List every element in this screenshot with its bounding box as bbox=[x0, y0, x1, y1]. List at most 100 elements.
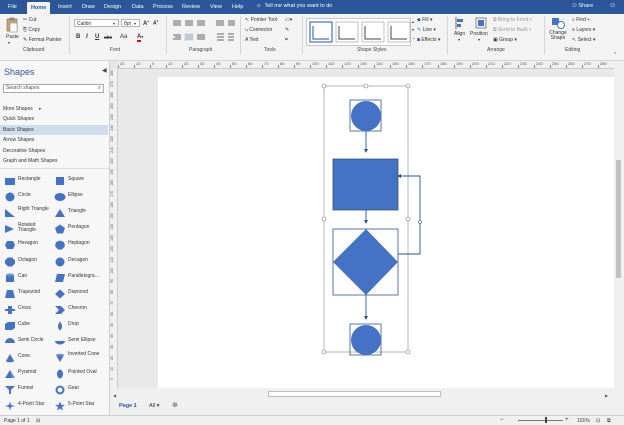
format-painter-button[interactable]: ✎ Format Painter bbox=[23, 37, 62, 43]
collapse-pane-icon[interactable]: ◀ bbox=[102, 67, 107, 74]
start-circle[interactable] bbox=[349, 99, 382, 132]
cut-button[interactable]: ✂ Cut bbox=[23, 17, 36, 23]
stencil-shape-drop[interactable]: Drop bbox=[50, 319, 102, 333]
font-size-select[interactable]: 8pt ▾ bbox=[121, 19, 140, 27]
select-button[interactable]: ↖ Select ▾ bbox=[572, 37, 595, 43]
crop-tool-icon[interactable]: ⌗ bbox=[285, 37, 288, 43]
end-circle[interactable] bbox=[349, 323, 382, 356]
language-icon[interactable]: ⊟ bbox=[36, 418, 40, 424]
category-graph-math-shapes[interactable]: Graph and Math Shapes bbox=[0, 156, 108, 166]
more-shapes-item[interactable]: More Shapes ▸ bbox=[0, 104, 108, 114]
zoom-out-icon[interactable]: − bbox=[500, 417, 504, 423]
style-swatch-1[interactable] bbox=[309, 21, 333, 43]
rectangle-tool-icon[interactable]: ▭▾ bbox=[285, 17, 292, 23]
stencil-shape-diamond[interactable]: Diamond bbox=[50, 287, 102, 301]
stencil-shape-octagon[interactable]: Octagon bbox=[0, 255, 52, 269]
stencil-shape-cone[interactable]: Cone bbox=[0, 351, 52, 365]
add-page-button[interactable]: ⊕ bbox=[172, 401, 178, 409]
zoom-slider-knob[interactable] bbox=[545, 417, 547, 423]
stencil-shape-trapezoid[interactable]: Trapezoid bbox=[0, 287, 52, 301]
stencil-shape-rotated-triangle[interactable]: Rotated Triangle bbox=[0, 222, 52, 236]
find-button[interactable]: ⌕ Find ▾ bbox=[572, 17, 589, 23]
stencil-shape-heptagon[interactable]: Heptagon bbox=[50, 238, 102, 252]
horizontal-scroll-thumb[interactable] bbox=[268, 391, 441, 397]
tell-me-box[interactable]: ☼ Tell me what you want to do bbox=[256, 3, 332, 9]
stencil-shape-parallelogra[interactable]: Parallelogra... bbox=[50, 271, 102, 285]
tab-help[interactable]: Help bbox=[232, 3, 243, 11]
gallery-scroll-up-icon[interactable]: ▴ bbox=[412, 19, 414, 25]
stencil-shape-funnel[interactable]: Funnel bbox=[0, 383, 52, 397]
tab-review[interactable]: Review bbox=[182, 3, 200, 11]
stencil-shape-ellipse[interactable]: Ellipse bbox=[50, 190, 102, 204]
drawing-page[interactable] bbox=[158, 77, 614, 388]
copy-button[interactable]: ⎘ Copy bbox=[23, 27, 40, 33]
decision-diamond[interactable] bbox=[332, 228, 399, 296]
gallery-scroll-down-icon[interactable]: ▾ bbox=[412, 27, 414, 33]
gallery-more-icon[interactable]: ⌄ bbox=[412, 35, 415, 41]
paste-icon[interactable] bbox=[6, 17, 18, 33]
category-basic-shapes[interactable]: Basic Shapes bbox=[0, 125, 108, 135]
collapse-ribbon-icon[interactable]: ⌃ bbox=[613, 52, 617, 58]
category-decorative-shapes[interactable]: Decorative Shapes bbox=[0, 146, 108, 156]
align-icon[interactable] bbox=[455, 17, 465, 29]
tab-all-pages[interactable]: All ▾ bbox=[149, 403, 159, 409]
connector-button[interactable]: ⤷ Connector bbox=[245, 27, 272, 33]
paragraph-alignment-icons[interactable] bbox=[172, 19, 236, 45]
stencil-shape-semi-ellipse[interactable]: Semi Ellipse bbox=[50, 335, 102, 349]
tab-draw[interactable]: Draw bbox=[82, 3, 95, 11]
stencil-shape-gear[interactable]: Gear bbox=[50, 383, 102, 397]
style-swatch-2[interactable] bbox=[335, 21, 359, 43]
stencil-shape-right-triangle[interactable]: Right Triangle bbox=[0, 206, 52, 220]
fit-page-icon[interactable]: ⊡ bbox=[596, 418, 600, 424]
stencil-shape-4-point-star[interactable]: 4-Point Star bbox=[0, 399, 52, 413]
font-color-button[interactable]: A▾ bbox=[137, 34, 143, 42]
send-to-back-button[interactable]: ⧉ Send to Back ▾ bbox=[493, 27, 531, 33]
change-case-button[interactable]: Aa bbox=[120, 34, 127, 40]
stencil-shape-pointed-oval[interactable]: Pointed Oval bbox=[50, 367, 102, 381]
stencil-shape-pyramid[interactable]: Pyramid bbox=[0, 367, 52, 381]
process-rectangle[interactable] bbox=[332, 158, 399, 211]
underline-button[interactable]: U bbox=[95, 34, 99, 40]
drawing-canvas[interactable] bbox=[118, 69, 614, 388]
share-button[interactable]: ⚇ Share bbox=[572, 3, 593, 9]
stencil-shape-hexagon[interactable]: Hexagon bbox=[0, 238, 52, 252]
line-button[interactable]: ✎ Line ▾ bbox=[417, 27, 436, 33]
layers-button[interactable]: ≡ Layers ▾ bbox=[572, 27, 595, 33]
chevron-down-icon[interactable]: ▾ bbox=[478, 37, 480, 43]
font-name-select[interactable]: Calibri ▾ bbox=[74, 19, 119, 27]
stencil-shape-square[interactable]: Square bbox=[50, 174, 102, 188]
group-button[interactable]: ▣ Group ▾ bbox=[493, 37, 517, 43]
decrease-font-icon[interactable]: A▾ bbox=[153, 19, 158, 27]
tab-insert[interactable]: Insert bbox=[58, 3, 72, 11]
stencil-shape-semi-circle[interactable]: Semi Circle bbox=[0, 335, 52, 349]
style-swatch-3[interactable] bbox=[361, 21, 385, 43]
stencil-shape-decagon[interactable]: Decagon bbox=[50, 255, 102, 269]
connectors[interactable] bbox=[365, 123, 421, 317]
effects-button[interactable]: ◙ Effects ▾ bbox=[417, 37, 441, 43]
stencil-shape-5-point-star[interactable]: 5-Point Star bbox=[50, 399, 102, 413]
tab-home[interactable]: Home bbox=[27, 2, 51, 14]
connector-midpoint-handle[interactable] bbox=[418, 220, 422, 224]
text-tool-button[interactable]: A Text bbox=[245, 37, 259, 43]
change-shape-icon[interactable] bbox=[551, 17, 565, 29]
position-icon[interactable] bbox=[475, 17, 487, 29]
stencil-shape-rectangle[interactable]: Rectangle bbox=[0, 174, 52, 188]
switch-windows-icon[interactable]: ⧉ bbox=[607, 418, 611, 424]
increase-font-icon[interactable]: A▴ bbox=[143, 19, 149, 27]
vertical-scroll-thumb[interactable] bbox=[616, 160, 621, 278]
feedback-icon[interactable]: ☺ bbox=[609, 2, 616, 9]
stencil-shape-can[interactable]: Can bbox=[0, 271, 52, 285]
category-arrow-shapes[interactable]: Arrow Shapes bbox=[0, 135, 108, 145]
tab-page-1[interactable]: Page 1 bbox=[119, 403, 137, 409]
category-quick-shapes[interactable]: Quick Shapes bbox=[0, 114, 108, 124]
pointer-tool-button[interactable]: ↖ Pointer Tool bbox=[245, 17, 277, 23]
stencil-shape-triangle[interactable]: Triangle bbox=[50, 206, 102, 220]
scroll-right-icon[interactable]: ▶ bbox=[605, 393, 608, 398]
tab-process[interactable]: Process bbox=[153, 3, 173, 11]
zoom-level[interactable]: 101% bbox=[577, 418, 590, 424]
stencil-shape-cross[interactable]: Cross bbox=[0, 303, 52, 317]
page-indicator[interactable]: Page 1 of 1 bbox=[4, 418, 30, 424]
stencil-shape-chevron[interactable]: Chevron bbox=[50, 303, 102, 317]
stencil-shape-circle[interactable]: Circle bbox=[0, 190, 52, 204]
stencil-shape-pentagon[interactable]: Pentagon bbox=[50, 222, 102, 236]
